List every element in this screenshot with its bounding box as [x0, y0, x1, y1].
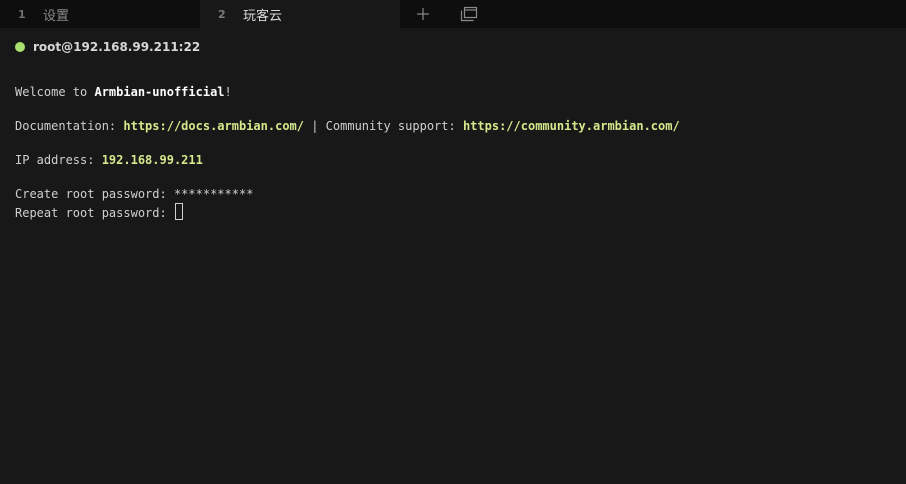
- tab-settings[interactable]: 1 设置: [0, 0, 200, 28]
- create-password-value: ***********: [173, 187, 254, 201]
- status-dot-icon: [15, 42, 25, 52]
- ip-value: 192.168.99.211: [101, 153, 203, 167]
- new-tab-button[interactable]: [408, 0, 438, 28]
- terminal-cursor[interactable]: [174, 203, 183, 220]
- welcome-suffix: !: [224, 85, 232, 99]
- community-url: https://community.armbian.com/: [462, 119, 680, 133]
- tab-index: 1: [18, 7, 26, 21]
- plus-icon: [417, 8, 429, 20]
- windows-overview-icon: [460, 6, 478, 22]
- welcome-prefix: Welcome to: [15, 85, 95, 99]
- repeat-password-prompt: Repeat root password:: [15, 206, 174, 220]
- tab-wankeyun[interactable]: 2 玩客云: [200, 0, 400, 28]
- community-label: | Community support:: [304, 119, 463, 133]
- ip-label: IP address:: [15, 153, 102, 167]
- terminal-line-docs: Documentation: https://docs.armbian.com/…: [15, 118, 680, 134]
- create-password-prompt: Create root password:: [15, 187, 174, 201]
- doc-label: Documentation:: [15, 119, 124, 133]
- terminal-line-welcome: Welcome to Armbian-unofficial!: [15, 84, 232, 100]
- tab-index: 2: [218, 7, 226, 21]
- windows-overview-button[interactable]: [454, 0, 484, 28]
- terminal-line-repeat-password: Repeat root password:: [15, 203, 183, 220]
- tab-title: 设置: [43, 8, 70, 24]
- terminal-line-ip: IP address: 192.168.99.211: [15, 152, 203, 168]
- terminal-line-create-password: Create root password: ***********: [15, 186, 253, 202]
- terminal-output[interactable]: Welcome to Armbian-unofficial! Documenta…: [15, 84, 680, 224]
- doc-url: https://docs.armbian.com/: [123, 119, 304, 133]
- tab-bar: 1 设置 2 玩客云: [0, 0, 906, 28]
- connection-label: root@192.168.99.211:22: [33, 40, 201, 54]
- tab-title: 玩客云: [243, 8, 283, 24]
- connection-status: root@192.168.99.211:22: [15, 40, 200, 54]
- welcome-name: Armbian-unofficial: [94, 85, 225, 99]
